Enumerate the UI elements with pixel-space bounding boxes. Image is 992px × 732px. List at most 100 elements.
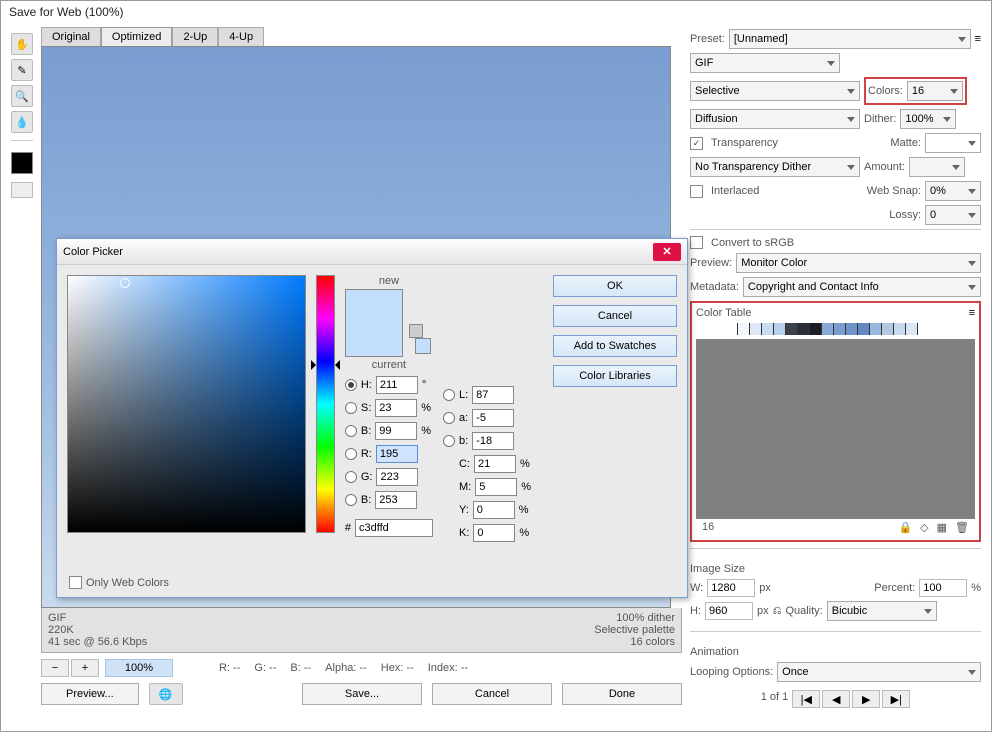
color-table-swatches[interactable] bbox=[726, 323, 946, 335]
l-input[interactable] bbox=[472, 386, 514, 404]
color-swatch[interactable] bbox=[846, 323, 858, 335]
prev-frame-button[interactable]: ◀ bbox=[822, 690, 850, 708]
websnap-select[interactable]: 0% bbox=[925, 181, 981, 201]
zoom-tool-icon[interactable]: 🔍 bbox=[11, 85, 33, 107]
h-radio[interactable] bbox=[345, 379, 357, 391]
width-input[interactable] bbox=[707, 579, 755, 597]
first-frame-button[interactable]: |◀ bbox=[792, 690, 820, 708]
color-swatch[interactable] bbox=[906, 323, 918, 335]
k-input[interactable] bbox=[473, 524, 515, 542]
preview-select[interactable]: Monitor Color bbox=[736, 253, 981, 273]
y-input[interactable] bbox=[473, 501, 515, 519]
trans-dither-select[interactable]: No Transparency Dither bbox=[690, 157, 860, 177]
ct-trash-icon[interactable]: 🗑 bbox=[955, 521, 969, 534]
close-icon[interactable]: ✕ bbox=[653, 243, 681, 261]
matte-select[interactable] bbox=[925, 133, 981, 153]
a-input[interactable] bbox=[472, 409, 514, 427]
preset-select[interactable]: [Unnamed] bbox=[729, 29, 971, 49]
b-radio[interactable] bbox=[345, 425, 357, 437]
color-swatch[interactable] bbox=[870, 323, 882, 335]
b-input[interactable] bbox=[375, 422, 417, 440]
format-select[interactable]: GIF bbox=[690, 53, 840, 73]
metadata-select[interactable]: Copyright and Contact Info bbox=[743, 277, 981, 297]
hue-slider[interactable] bbox=[316, 275, 335, 533]
color-swatch[interactable] bbox=[894, 323, 906, 335]
saturation-value-field[interactable] bbox=[67, 275, 306, 533]
interlaced-checkbox[interactable] bbox=[690, 185, 703, 198]
ct-lock-icon[interactable]: 🔒 bbox=[898, 521, 912, 534]
color-swatch[interactable] bbox=[822, 323, 834, 335]
zoom-out-button[interactable]: − bbox=[41, 659, 69, 677]
color-libraries-button[interactable]: Color Libraries bbox=[553, 365, 677, 387]
color-swatch[interactable] bbox=[786, 323, 798, 335]
height-input[interactable] bbox=[705, 602, 753, 620]
color-swatch[interactable] bbox=[762, 323, 774, 335]
cancel-button[interactable]: Cancel bbox=[432, 683, 552, 705]
s-radio[interactable] bbox=[345, 402, 357, 414]
lossy-select[interactable]: 0 bbox=[925, 205, 981, 225]
looping-select[interactable]: Once bbox=[777, 662, 981, 682]
foreground-swatch[interactable] bbox=[11, 152, 33, 174]
amount-select[interactable] bbox=[909, 157, 965, 177]
c-input[interactable] bbox=[474, 455, 516, 473]
eyedropper-icon[interactable]: 💧 bbox=[11, 111, 33, 133]
zoom-in-button[interactable]: + bbox=[71, 659, 99, 677]
link-icon[interactable]: ⎌ bbox=[773, 605, 782, 618]
tab-4up[interactable]: 4-Up bbox=[218, 27, 264, 46]
bb-input[interactable] bbox=[375, 491, 417, 509]
reduction-select[interactable]: Selective bbox=[690, 81, 860, 101]
lab-b-input[interactable] bbox=[472, 432, 514, 450]
colors-select[interactable]: 16 bbox=[907, 81, 963, 101]
r-input[interactable] bbox=[376, 445, 418, 463]
g-input[interactable] bbox=[376, 468, 418, 486]
color-swatch[interactable] bbox=[750, 323, 762, 335]
zoom-input[interactable] bbox=[105, 659, 173, 677]
quality-select[interactable]: Bicubic bbox=[827, 601, 937, 621]
s-input[interactable] bbox=[375, 399, 417, 417]
ct-new-icon[interactable]: ▦ bbox=[937, 521, 947, 534]
r-radio[interactable] bbox=[345, 448, 357, 460]
color-swatch[interactable] bbox=[810, 323, 822, 335]
web-only-checkbox[interactable] bbox=[69, 576, 82, 589]
hex-input[interactable] bbox=[355, 519, 433, 537]
color-table-menu-icon[interactable]: ≡ bbox=[969, 307, 975, 319]
websafe-swatch[interactable] bbox=[415, 338, 431, 354]
dither-select[interactable]: 100% bbox=[900, 109, 956, 129]
tab-2up[interactable]: 2-Up bbox=[172, 27, 218, 46]
picker-cancel-button[interactable]: Cancel bbox=[553, 305, 677, 327]
browser-preview-icon[interactable]: 🌐 bbox=[149, 683, 183, 705]
color-swatch[interactable] bbox=[858, 323, 870, 335]
preview-button[interactable]: Preview... bbox=[41, 683, 139, 705]
ok-button[interactable]: OK bbox=[553, 275, 677, 297]
a-radio[interactable] bbox=[443, 412, 455, 424]
color-swatch[interactable] bbox=[774, 323, 786, 335]
color-swatch[interactable] bbox=[882, 323, 894, 335]
tab-original[interactable]: Original bbox=[41, 27, 101, 46]
add-swatches-button[interactable]: Add to Swatches bbox=[553, 335, 677, 357]
m-input[interactable] bbox=[475, 478, 517, 496]
next-frame-button[interactable]: ▶| bbox=[882, 690, 910, 708]
lab-b-radio[interactable] bbox=[443, 435, 455, 447]
srgb-checkbox[interactable] bbox=[690, 236, 703, 249]
l-radio[interactable] bbox=[443, 389, 455, 401]
color-swatch[interactable] bbox=[726, 323, 738, 335]
play-button[interactable]: ▶ bbox=[852, 690, 880, 708]
preset-menu-icon[interactable]: ≡ bbox=[975, 33, 981, 45]
dither-method-select[interactable]: Diffusion bbox=[690, 109, 860, 129]
done-button[interactable]: Done bbox=[562, 683, 682, 705]
h-input[interactable] bbox=[376, 376, 418, 394]
save-button[interactable]: Save... bbox=[302, 683, 422, 705]
bb-radio[interactable] bbox=[345, 494, 357, 506]
ct-map-icon[interactable]: ◇ bbox=[920, 521, 928, 534]
tab-optimized[interactable]: Optimized bbox=[101, 27, 173, 46]
percent-input[interactable] bbox=[919, 579, 967, 597]
color-swatch[interactable] bbox=[834, 323, 846, 335]
gamut-warning-icon[interactable] bbox=[409, 324, 423, 338]
color-swatch[interactable] bbox=[798, 323, 810, 335]
transparency-checkbox[interactable]: ✓ bbox=[690, 137, 703, 150]
toggle-slices-icon[interactable] bbox=[11, 182, 33, 198]
hand-tool-icon[interactable]: ✋ bbox=[11, 33, 33, 55]
slice-select-icon[interactable]: ✎ bbox=[11, 59, 33, 81]
color-swatch[interactable] bbox=[738, 323, 750, 335]
g-radio[interactable] bbox=[345, 471, 357, 483]
